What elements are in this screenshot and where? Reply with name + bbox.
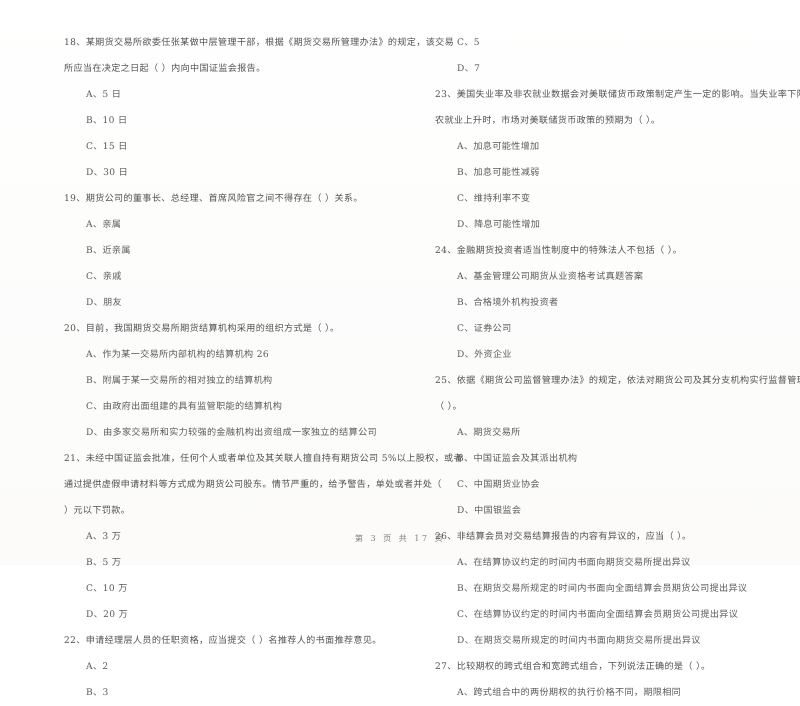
question-22-option-a[interactable]: A、2 [64,654,397,680]
question-21-option-b[interactable]: B、5 万 [64,550,397,576]
question-24: 24、金融期货投资者适当性制度中的特殊法人不包括（ ）。 A、基金管理公司期货从… [435,238,768,368]
question-23-option-b[interactable]: B、加息可能性减弱 [435,160,768,186]
question-19-option-b[interactable]: B、近亲属 [64,238,397,264]
question-19-option-a[interactable]: A、亲属 [64,212,397,238]
question-18-option-a[interactable]: A、5 日 [64,82,397,108]
question-22: 22、申请经理层人员的任职资格，应当提交（ ）名推荐人的书面推荐意见。 A、2 … [64,628,397,706]
question-18-option-c[interactable]: C、15 日 [64,134,397,160]
question-27: 27、比较期权的跨式组合和宽跨式组合，下列说法正确的是（ ）。 A、跨式组合中的… [435,654,768,706]
question-19-stem-line-1: 19、期货公司的董事长、总经理、首席风险官之间不得存在（ ）关系。 [64,194,363,204]
question-24-stem-line-1: 24、金融期货投资者适当性制度中的特殊法人不包括（ ）。 [435,246,683,256]
question-26-option-a[interactable]: A、在结算协议约定的时间内书面向期货交易所提出异议 [435,550,768,576]
right-column: C、5 D、7 23、美国失业率及非农就业数据会对美联储货币政策制定产生一定的影… [435,30,800,698]
question-22-continued: C、5 D、7 [435,30,768,82]
question-23-stem-line-1: 23、美国失业率及非农就业数据会对美联储货币政策制定产生一定的影响。当失业率下降… [435,90,800,100]
question-20-stem-line-1: 20、目前，我国期货交易所期货结算机构采用的组织方式是（ ）。 [64,324,340,334]
question-20-option-a[interactable]: A、作为某一交易所内部机构的结算机构 26 [64,342,397,368]
question-23-option-c[interactable]: C、维持利率不变 [435,186,768,212]
question-19: 19、期货公司的董事长、总经理、首席风险官之间不得存在（ ）关系。 A、亲属 B… [64,186,397,316]
question-20-option-b[interactable]: B、附属于某一交易所的相对独立的结算机构 [64,368,397,394]
question-18-stem-line-2: 所应当在决定之日起（ ）内向中国证监会报告。 [64,64,266,74]
page-footer: 第 3 页 共 17 页 [354,533,446,543]
question-25-option-b[interactable]: B、中国证监会及其派出机构 [435,446,768,472]
question-18-option-b[interactable]: B、10 日 [64,108,397,134]
question-18-stem-line-1: 18、某期货交易所欲委任张某做中层管理干部，根据《期货交易所管理办法》的规定，该… [64,38,455,48]
left-column: 18、某期货交易所欲委任张某做中层管理干部，根据《期货交易所管理办法》的规定，该… [64,30,463,698]
question-21-option-d[interactable]: D、20 万 [64,602,397,628]
question-26-option-b[interactable]: B、在期货交易所规定的时间内书面向全面结算会员期货公司提出异议 [435,576,768,602]
question-26-option-d[interactable]: D、在期货交易所规定的时间内书面向期货交易所提出异议 [435,628,768,654]
question-21-stem-line-1: 21、未经中国证监会批准，任何个人或者单位及其关联人擅自持有期货公司 5%以上股… [64,454,463,464]
question-20-option-d[interactable]: D、由多家交易所和实力较强的金融机构出资组成一家独立的结算公司 [64,420,397,446]
question-25-option-a[interactable]: A、期货交易所 [435,420,768,446]
two-column-body: 18、某期货交易所欲委任张某做中层管理干部，根据《期货交易所管理办法》的规定，该… [0,30,800,698]
question-25: 25、依据《期货公司监督管理办法》的规定，依法对期货公司及其分支机构实行监督管理… [435,368,800,524]
question-27-stem-line-1: 27、比较期权的跨式组合和宽跨式组合，下列说法正确的是（ ）。 [435,662,711,672]
question-23-option-d[interactable]: D、降息可能性增加 [435,212,768,238]
question-22-option-d[interactable]: D、7 [435,56,768,82]
question-24-option-c[interactable]: C、证券公司 [435,316,768,342]
question-23: 23、美国失业率及非农就业数据会对美联储货币政策制定产生一定的影响。当失业率下降… [435,82,800,238]
question-21-stem-line-3: ）元以下罚款。 [64,506,131,516]
question-25-stem-line-1: 25、依据《期货公司监督管理办法》的规定，依法对期货公司及其分支机构实行监督管理… [435,376,800,386]
question-21-option-c[interactable]: C、10 万 [64,576,397,602]
question-25-option-d[interactable]: D、中国银监会 [435,498,768,524]
question-20-option-c[interactable]: C、由政府出面组建的具有监管职能的结算机构 [64,394,397,420]
question-19-option-c[interactable]: C、亲戚 [64,264,397,290]
question-22-stem-line-1: 22、申请经理层人员的任职资格，应当提交（ ）名推荐人的书面推荐意见。 [64,636,382,646]
question-19-option-d[interactable]: D、朋友 [64,290,397,316]
question-22-option-b[interactable]: B、3 [64,680,397,706]
question-24-option-d[interactable]: D、外资企业 [435,342,768,368]
document-page: 18、某期货交易所欲委任张某做中层管理干部，根据《期货交易所管理办法》的规定，该… [0,0,800,698]
question-24-option-a[interactable]: A、基金管理公司期货从业资格考试真题答案 [435,264,768,290]
question-26-option-c[interactable]: C、在结算协议约定的时间内书面向全面结算会员期货公司提出异议 [435,602,768,628]
question-18: 18、某期货交易所欲委任张某做中层管理干部，根据《期货交易所管理办法》的规定，该… [64,30,455,186]
question-27-option-a[interactable]: A、跨式组合中的两份期权的执行价格不同，期限相同 [435,680,768,706]
question-25-option-c[interactable]: C、中国期货业协会 [435,472,768,498]
question-25-stem-line-2: （ ）。 [435,402,463,412]
question-23-option-a[interactable]: A、加息可能性增加 [435,134,768,160]
question-22-option-c[interactable]: C、5 [435,30,768,56]
question-24-option-b[interactable]: B、合格境外机构投资者 [435,290,768,316]
question-23-stem-line-2: 农就业上升时，市场对美联储货币政策的预期为（ ）。 [435,116,661,126]
question-20: 20、目前，我国期货交易所期货结算机构采用的组织方式是（ ）。 A、作为某一交易… [64,316,397,446]
question-21-stem-line-2: 通过提供虚假申请材料等方式成为期货公司股东。情节严重的，给予警告，单处或者并处（ [64,480,442,490]
question-18-option-d[interactable]: D、30 日 [64,160,397,186]
